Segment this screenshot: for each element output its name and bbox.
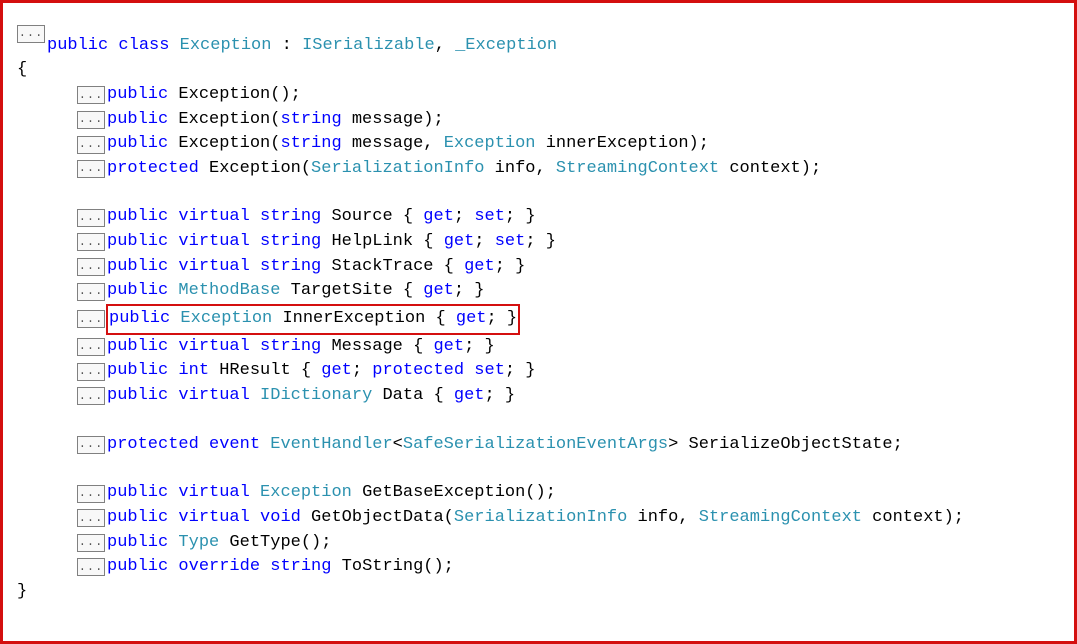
prop-helplink: ...public virtual string HelpLink { get;… [17,230,1060,255]
fold-toggle[interactable]: ... [77,310,105,328]
fold-toggle[interactable]: ... [77,509,105,527]
prop-message: ...public virtual string Message { get; … [17,335,1060,360]
type-exception: Exception [180,36,272,55]
keyword-class: class [118,36,169,55]
fold-toggle[interactable]: ... [77,338,105,356]
blank [17,457,1060,481]
method-getbase: ...public virtual Exception GetBaseExcep… [17,481,1060,506]
event-line: ...protected event EventHandler<SafeSeri… [17,433,1060,458]
open-brace: { [17,58,1060,83]
code-editor[interactable]: ... public class Exception : ISerializab… [7,7,1070,606]
fold-toggle[interactable]: ... [77,558,105,576]
fold-toggle[interactable]: ... [77,436,105,454]
blank [17,409,1060,433]
type-exception-iface: _Exception [455,36,557,55]
fold-toggle[interactable]: ... [77,233,105,251]
ctor3-line: ...public Exception(string message, Exce… [17,132,1060,157]
prop-source: ...public virtual string Source { get; s… [17,205,1060,230]
keyword-public: public [47,36,108,55]
fold-toggle[interactable]: ... [77,534,105,552]
ctor2-line: ...public Exception(string message); [17,108,1060,133]
prop-innerexception-highlighted: ...public Exception InnerException { get… [17,304,1060,335]
blank [17,181,1060,205]
ctor1-line: ...public Exception(); [17,83,1060,108]
fold-toggle[interactable]: ... [77,283,105,301]
fold-toggle[interactable]: ... [77,209,105,227]
prop-data: ...public virtual IDictionary Data { get… [17,384,1060,409]
fold-toggle[interactable]: ... [77,160,105,178]
close-brace: } [17,580,1060,605]
method-tostring: ...public override string ToString(); [17,555,1060,580]
method-getobjectdata: ...public virtual void GetObjectData(Ser… [17,506,1060,531]
fold-toggle[interactable]: ... [77,485,105,503]
type-iserializable: ISerializable [302,36,435,55]
fold-toggle[interactable]: ... [77,258,105,276]
fold-toggle[interactable]: ... [77,111,105,129]
fold-toggle[interactable]: ... [77,363,105,381]
class-declaration-line: ... public class Exception : ISerializab… [17,9,1060,58]
prop-targetsite: ...public MethodBase TargetSite { get; } [17,279,1060,304]
method-gettype: ...public Type GetType(); [17,531,1060,556]
ctor4-line: ...protected Exception(SerializationInfo… [17,157,1060,182]
prop-stacktrace: ...public virtual string StackTrace { ge… [17,255,1060,280]
fold-toggle[interactable]: ... [77,136,105,154]
fold-toggle[interactable]: ... [17,25,45,43]
prop-hresult: ...public int HResult { get; protected s… [17,359,1060,384]
fold-toggle[interactable]: ... [77,86,105,104]
fold-toggle[interactable]: ... [77,387,105,405]
